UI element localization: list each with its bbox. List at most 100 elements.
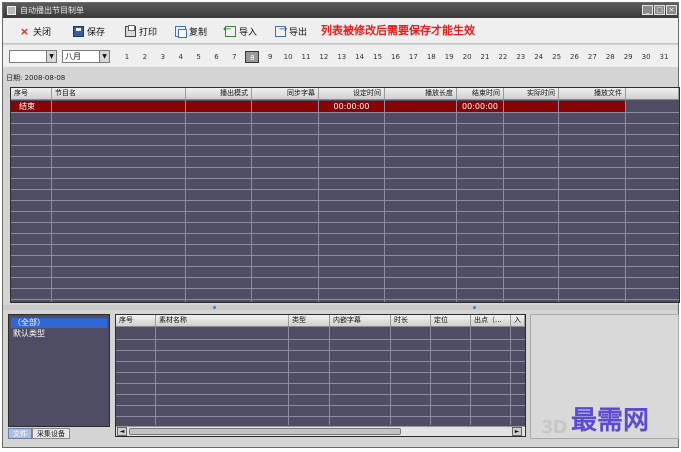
grid-row-line [11, 200, 679, 201]
close-button-label: 关闭 [33, 27, 52, 38]
column-header[interactable]: 节目名 [52, 88, 186, 99]
window-title: 自动播出节目制单 [20, 6, 84, 15]
day-24[interactable]: 24 [532, 51, 546, 63]
day-8[interactable]: 8 [245, 51, 260, 63]
close-button[interactable]: × 关闭 [19, 24, 51, 38]
day-18[interactable]: 18 [424, 51, 438, 63]
print-button[interactable]: 打印 [125, 24, 157, 38]
day-11[interactable]: 11 [299, 51, 313, 63]
day-22[interactable]: 22 [496, 51, 510, 63]
cell-subtitle [252, 101, 319, 112]
scroll-thumb[interactable] [129, 428, 401, 435]
grid-row-line [11, 123, 679, 124]
day-28[interactable]: 28 [603, 51, 617, 63]
column-header[interactable]: 定位 [431, 315, 471, 326]
day-14[interactable]: 14 [353, 51, 367, 63]
grid-row-line [11, 211, 679, 212]
panel-splitter[interactable] [3, 305, 678, 310]
year-select[interactable]: ▼ [9, 50, 57, 63]
column-header[interactable]: 序号 [116, 315, 156, 326]
day-9[interactable]: 9 [263, 51, 277, 63]
grid-row-line [11, 266, 679, 267]
toolbar: × 关闭 保存 打印 复制 导入 导出 列表被修改后需要保存才能生效 [3, 18, 678, 44]
day-27[interactable]: 27 [585, 51, 599, 63]
column-header[interactable]: 时长 [391, 315, 431, 326]
column-header[interactable]: 类型 [289, 315, 330, 326]
day-3[interactable]: 3 [156, 51, 170, 63]
save-button[interactable]: 保存 [73, 24, 105, 38]
minimize-button[interactable]: _ [642, 5, 653, 15]
horizontal-scrollbar[interactable]: ◄ ► [116, 426, 525, 436]
column-header[interactable]: 出点（... [471, 315, 511, 326]
export-button[interactable]: 导出 [275, 24, 307, 38]
tab-capture-device[interactable]: 采集设备 [32, 428, 70, 439]
day-16[interactable]: 16 [389, 51, 403, 63]
grid-row-line [11, 244, 679, 245]
title-bar: 自动播出节目制单 _ □ × [3, 3, 678, 18]
scroll-right-icon[interactable]: ► [512, 427, 522, 436]
day-26[interactable]: 26 [568, 51, 582, 63]
grid-row-line [11, 255, 679, 256]
day-7[interactable]: 7 [227, 51, 241, 63]
day-19[interactable]: 19 [442, 51, 456, 63]
list-item-default-type[interactable]: 默认类型 [11, 329, 45, 339]
column-header[interactable]: 实际时间 [504, 88, 559, 99]
day-12[interactable]: 12 [317, 51, 331, 63]
day-31[interactable]: 31 [657, 51, 671, 63]
day-17[interactable]: 17 [406, 51, 420, 63]
grid-row-line [11, 167, 679, 168]
column-header[interactable]: 播放长度 [385, 88, 457, 99]
cell-index: 结束 [11, 101, 52, 112]
tab-files[interactable]: 文件 [8, 428, 32, 439]
day-25[interactable]: 25 [550, 51, 564, 63]
print-button-label: 打印 [139, 27, 158, 38]
import-icon [223, 24, 236, 37]
copy-button[interactable]: 复制 [175, 24, 207, 38]
scroll-left-icon[interactable]: ◄ [117, 427, 127, 436]
column-header[interactable]: 入 [511, 315, 525, 326]
grid-column-line [503, 100, 504, 302]
app-icon [7, 6, 16, 15]
schedule-table[interactable]: 序号 节目名 播出模式 同步字幕 设定时间 播放长度 结束时间 实际时间 播放文件 结束 00:0… [10, 87, 680, 303]
day-2[interactable]: 2 [138, 51, 152, 63]
day-13[interactable]: 13 [335, 51, 349, 63]
column-header[interactable]: 同步字幕 [252, 88, 319, 99]
column-header[interactable]: 序号 [11, 88, 52, 99]
splitter-grip-icon [213, 306, 216, 309]
column-header[interactable]: 播出模式 [186, 88, 252, 99]
material-table[interactable]: 序号 素材名称 类型 内嵌字幕 时长 定位 出点（... 入 ◄ ► [115, 314, 526, 437]
grid-row-line [11, 112, 679, 113]
grid-row-line [11, 233, 679, 234]
month-select-value: 八月 [65, 52, 81, 61]
day-15[interactable]: 15 [371, 51, 385, 63]
chevron-down-icon: ▼ [99, 51, 109, 62]
import-button[interactable]: 导入 [223, 24, 258, 38]
import-button-label: 导入 [239, 27, 258, 38]
column-header[interactable]: 设定时间 [319, 88, 385, 99]
list-item-all[interactable]: （全部） [11, 318, 107, 328]
day-30[interactable]: 30 [639, 51, 653, 63]
column-header[interactable]: 内嵌字幕 [330, 315, 391, 326]
column-header[interactable]: 结束时间 [457, 88, 504, 99]
day-10[interactable]: 10 [281, 51, 295, 63]
day-1[interactable]: 1 [120, 51, 134, 63]
day-6[interactable]: 6 [210, 51, 224, 63]
day-23[interactable]: 23 [514, 51, 528, 63]
close-icon: × [19, 24, 30, 38]
day-29[interactable]: 29 [621, 51, 635, 63]
day-20[interactable]: 20 [460, 51, 474, 63]
category-list[interactable]: （全部） 默认类型 [8, 314, 110, 427]
maximize-button[interactable]: □ [654, 5, 665, 15]
grid-column-line [155, 327, 156, 425]
watermark-logo: 3D [541, 417, 567, 438]
watermark-text: 最需网 [571, 406, 650, 436]
close-window-button[interactable]: × [666, 5, 677, 15]
day-5[interactable]: 5 [192, 51, 206, 63]
cell-length [385, 101, 457, 112]
month-select[interactable]: 八月 ▼ [62, 50, 110, 63]
day-21[interactable]: 21 [478, 51, 492, 63]
grid-column-line [625, 100, 626, 302]
column-header[interactable]: 播放文件 [559, 88, 626, 99]
day-4[interactable]: 4 [174, 51, 188, 63]
column-header[interactable]: 素材名称 [156, 315, 289, 326]
